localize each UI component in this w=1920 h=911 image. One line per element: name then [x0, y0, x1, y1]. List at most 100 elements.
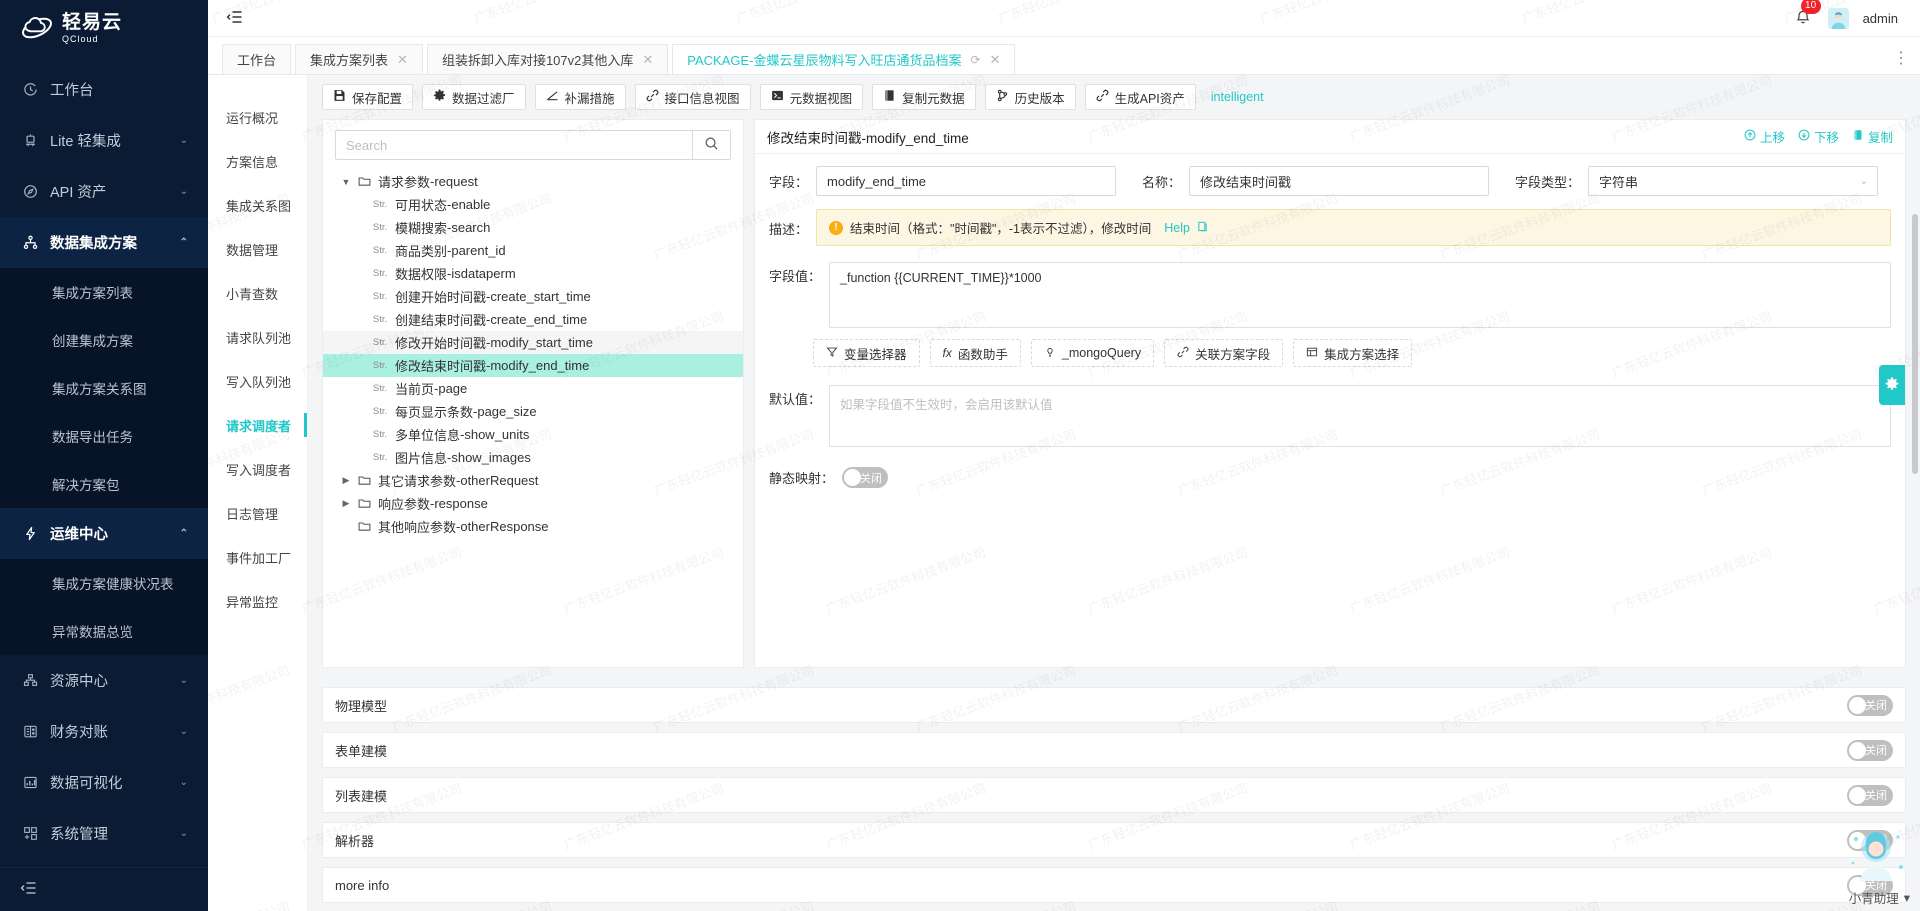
section-nav-item-data-management[interactable]: 数据管理	[208, 227, 307, 271]
sidebar-item-scheme-graph[interactable]: 集成方案关系图	[0, 364, 208, 412]
tree-node-response[interactable]: ▶ 响应参数 -response	[323, 492, 743, 515]
sidebar-item-system[interactable]: 系统管理 ⌄	[0, 808, 208, 859]
sidebar-item-create-scheme[interactable]: 创建集成方案	[0, 316, 208, 364]
section-nav-item-overview[interactable]: 运行概况	[208, 95, 307, 139]
tree-node-page-size[interactable]: Str. 每页显示条数 -page_size	[323, 400, 743, 423]
close-icon[interactable]: ✕	[397, 52, 408, 68]
tab-package-kingdee[interactable]: PACKAGE-金蝶云星辰物料写入旺店通货品档案 ⟳ ✕	[672, 44, 1016, 74]
external-doc-icon[interactable]	[1197, 221, 1208, 235]
sidebar-item-workbench[interactable]: 工作台	[0, 64, 208, 115]
page-scrollbar[interactable]	[1912, 214, 1918, 474]
parser-toggle[interactable]: 关闭	[1847, 829, 1893, 851]
function-helper-button[interactable]: fx 函数助手	[929, 339, 1021, 367]
field-type-select[interactable]: 字符串 ⌄	[1588, 166, 1879, 196]
tab-scheme-list[interactable]: 集成方案列表 ✕	[295, 44, 423, 74]
sidebar-item-data-integration[interactable]: 数据集成方案 ⌃	[0, 217, 208, 268]
settings-gear-tab[interactable]	[1879, 365, 1905, 405]
tree-node-isdataperm[interactable]: Str. 数据权限 -isdataperm	[323, 262, 743, 285]
variable-selector-button[interactable]: 变量选择器	[813, 339, 920, 367]
notification-button[interactable]: 10	[1792, 0, 1821, 29]
tree-node-create-end-time[interactable]: Str. 创建结束时间戳 -create_end_time	[323, 308, 743, 331]
sidebar-item-finance[interactable]: 财务对账 ⌄	[0, 706, 208, 757]
tree-node-create-start-time[interactable]: Str. 创建开始时间戳 -create_start_time	[323, 285, 743, 308]
tabbar-more-button[interactable]: ⋮	[1893, 48, 1910, 74]
field-value-input[interactable]: _function {{CURRENT_TIME}}*1000	[829, 262, 1891, 328]
physical-model-toggle[interactable]: 关闭	[1847, 694, 1893, 716]
copy-metadata-button[interactable]: 复制元数据	[872, 84, 976, 110]
section-physical-model[interactable]: 物理模型 关闭	[322, 687, 1906, 723]
sidebar-collapse-button[interactable]	[0, 867, 208, 911]
tree-node-show-images[interactable]: Str. 图片信息 -show_images	[323, 446, 743, 469]
sidebar-item-api[interactable]: API 资产 ⌄	[0, 166, 208, 217]
sidebar-item-health-table[interactable]: 集成方案健康状况表	[0, 559, 208, 607]
search-input[interactable]	[336, 131, 692, 159]
section-nav-item-scheme-info[interactable]: 方案信息	[208, 139, 307, 183]
topbar-collapse-button[interactable]	[222, 5, 248, 31]
section-nav-item-event-factory[interactable]: 事件加工厂	[208, 535, 307, 579]
sidebar-item-lite[interactable]: Lite 轻集成 ⌄	[0, 115, 208, 166]
section-nav-item-exception-monitor[interactable]: 异常监控	[208, 579, 307, 623]
avatar[interactable]	[1827, 7, 1849, 29]
section-form-modeling[interactable]: 表单建模 关闭	[322, 732, 1906, 768]
section-nav-item-log-management[interactable]: 日志管理	[208, 491, 307, 535]
section-nav-item-request-scheduler[interactable]: 请求调度者	[208, 403, 307, 447]
section-nav-item-relation-graph[interactable]: 集成关系图	[208, 183, 307, 227]
sidebar-item-ops-center[interactable]: 运维中心 ⌃	[0, 508, 208, 559]
section-nav-item-write-queue[interactable]: 写入队列池	[208, 359, 307, 403]
api-info-view-button[interactable]: 接口信息视图	[634, 84, 751, 110]
tree-node-enable[interactable]: Str. 可用状态 -enable	[323, 193, 743, 216]
tab-assembly-inbound[interactable]: 组装拆卸入库对接107v2其他入库 ✕	[426, 44, 669, 74]
patch-measure-button[interactable]: 补漏措施	[534, 84, 626, 110]
intelligent-link[interactable]: intelligent	[1211, 90, 1264, 104]
field-input[interactable]	[816, 166, 1117, 196]
sidebar-item-export-task[interactable]: 数据导出任务	[0, 412, 208, 460]
tree-node-other-response[interactable]: ▶ 其他响应参数-otherResponse	[323, 515, 743, 538]
tree-node-other-request[interactable]: ▶ 其它请求参数 -otherRequest	[323, 469, 743, 492]
tree-node-show-units[interactable]: Str. 多单位信息 -show_units	[323, 423, 743, 446]
list-modeling-toggle[interactable]: 关闭	[1847, 784, 1893, 806]
static-mapping-toggle[interactable]: 关闭	[842, 467, 889, 488]
close-icon[interactable]: ✕	[990, 52, 1001, 68]
section-nav-item-query[interactable]: 小青查数	[208, 271, 307, 315]
tree-node-modify-end-time[interactable]: Str. 修改结束时间戳 -modify_end_time	[323, 354, 743, 377]
sidebar-item-scheme-list[interactable]: 集成方案列表	[0, 268, 208, 316]
sidebar-item-exception-overview[interactable]: 异常数据总览	[0, 607, 208, 655]
section-more-info[interactable]: more info 关闭	[322, 867, 1906, 903]
tree-node-parent-id[interactable]: Str. 商品类别 -parent_id	[323, 239, 743, 262]
sidebar-item-visualization[interactable]: 数据可视化 ⌄	[0, 757, 208, 808]
caret-right-icon[interactable]: ▶	[337, 475, 355, 486]
help-link[interactable]: Help	[1164, 221, 1190, 235]
related-scheme-field-button[interactable]: 关联方案字段	[1164, 339, 1284, 367]
form-modeling-toggle[interactable]: 关闭	[1847, 739, 1893, 761]
default-value-input[interactable]: 如果字段值不生效时，会启用该默认值	[829, 385, 1891, 447]
copy-field-button[interactable]: 复制	[1852, 127, 1893, 146]
caret-down-icon[interactable]: ▼	[337, 177, 355, 187]
tree-node-modify-start-time[interactable]: Str. 修改开始时间戳 -modify_start_time	[323, 331, 743, 354]
data-filter-button[interactable]: 数据过滤厂	[422, 84, 526, 110]
tree-node-page[interactable]: Str. 当前页 -page	[323, 377, 743, 400]
section-parser[interactable]: 解析器 关闭	[322, 822, 1906, 858]
caret-right-icon[interactable]: ▶	[337, 498, 355, 509]
field-tree[interactable]: ▼ 请求参数 -request Str. 可用状态 -enable Str. 模糊搜…	[323, 166, 743, 667]
sidebar-item-solution-pack[interactable]: 解决方案包	[0, 460, 208, 508]
sidebar-item-resource-center[interactable]: 资源中心 ⌄	[0, 655, 208, 706]
generate-api-asset-button[interactable]: 生成API资产	[1084, 84, 1196, 110]
move-down-button[interactable]: 下移	[1798, 127, 1839, 146]
search-button[interactable]	[692, 131, 730, 159]
tree-node-search[interactable]: Str. 模糊搜索 -search	[323, 216, 743, 239]
close-icon[interactable]: ✕	[642, 52, 653, 68]
save-config-button[interactable]: 保存配置	[322, 84, 414, 110]
integration-scheme-select-button[interactable]: 集成方案选择	[1293, 339, 1413, 367]
section-list-modeling[interactable]: 列表建模 关闭	[322, 777, 1906, 813]
brand-logo[interactable]: 轻易云 QCloud	[0, 0, 208, 56]
tab-workbench[interactable]: 工作台	[222, 44, 292, 74]
move-up-button[interactable]: 上移	[1744, 127, 1785, 146]
tree-node-request[interactable]: ▼ 请求参数 -request	[323, 170, 743, 193]
section-nav-item-request-queue[interactable]: 请求队列池	[208, 315, 307, 359]
history-version-button[interactable]: 历史版本	[984, 84, 1076, 110]
refresh-icon[interactable]: ⟳	[971, 53, 981, 67]
assistant-label-button[interactable]: 小青助理 ▾	[1849, 888, 1910, 907]
section-nav-item-write-scheduler[interactable]: 写入调度者	[208, 447, 307, 491]
metadata-view-button[interactable]: 元数据视图	[759, 84, 864, 110]
mongo-query-button[interactable]: _mongoQuery	[1030, 339, 1155, 367]
